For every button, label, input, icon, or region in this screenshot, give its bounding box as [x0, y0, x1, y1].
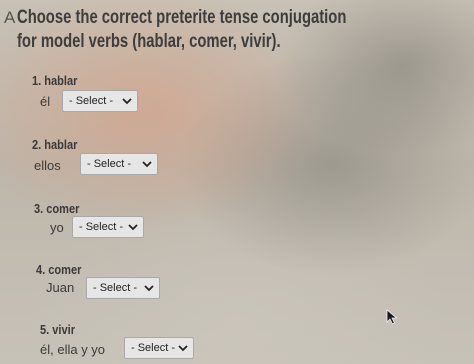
question-number: 4. comer: [36, 262, 82, 277]
question-subject: ellos: [34, 158, 61, 173]
chevron-down-icon: [126, 220, 140, 234]
conjugation-select-4[interactable]: - Select -: [86, 277, 160, 299]
question-number: 3. comer: [34, 201, 80, 216]
conjugation-select-5[interactable]: - Select -: [124, 337, 194, 359]
prompt-marker: A: [4, 8, 16, 27]
select-value: - Select -: [69, 95, 114, 107]
select-value: - Select -: [93, 282, 138, 294]
conjugation-select-1[interactable]: - Select -: [62, 90, 138, 112]
chevron-down-icon: [120, 94, 134, 108]
question-number: 5. vivir: [40, 322, 76, 337]
chevron-down-icon: [176, 341, 190, 355]
select-value: - Select -: [131, 342, 176, 354]
mouse-pointer-icon: [386, 309, 398, 330]
question-number: 2. hablar: [32, 137, 78, 152]
conjugation-select-3[interactable]: - Select -: [72, 216, 144, 238]
question-subject: él, ella y yo: [40, 342, 106, 357]
photo-background: [0, 0, 474, 364]
prompt-text: Choose the correct preterite tense conju…: [17, 7, 347, 52]
question-number: 1. hablar: [32, 73, 78, 88]
chevron-down-icon: [142, 281, 156, 295]
question-subject: yo: [50, 220, 64, 235]
select-value: - Select -: [79, 221, 124, 233]
select-value: - Select -: [87, 158, 132, 170]
conjugation-select-2[interactable]: - Select -: [80, 153, 158, 175]
question-subject: él: [40, 94, 51, 109]
chevron-down-icon: [140, 157, 154, 171]
question-subject: Juan: [46, 280, 75, 295]
